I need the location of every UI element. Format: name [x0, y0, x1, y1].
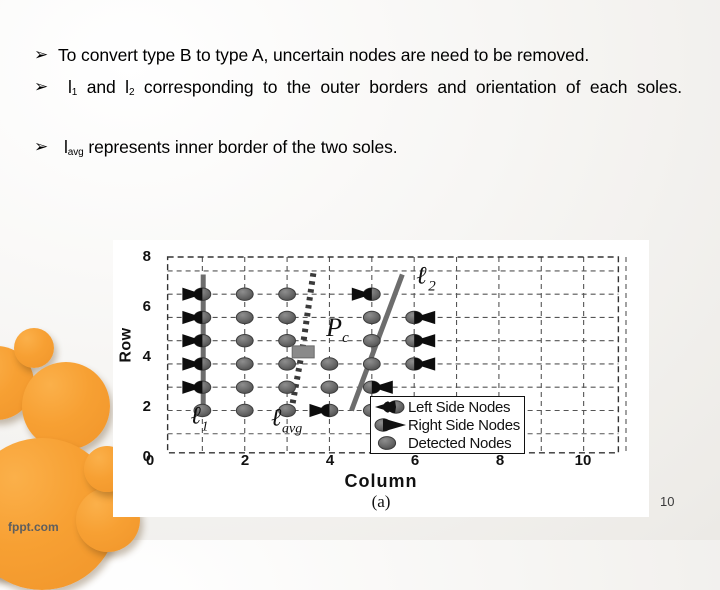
- legend-item-left-side-nodes: Left Side Nodes: [374, 398, 520, 416]
- node-marker: [182, 380, 212, 394]
- figure-inner: Row 8 6 4 2 0 0 2 4 6 8 10 Column (a) ℓ …: [113, 240, 649, 517]
- node-marker: [235, 380, 254, 394]
- node-marker: [278, 380, 296, 394]
- bullet-text-2-end: corresponding to the outer borders and o…: [134, 77, 682, 97]
- x-axis-label: Column: [344, 471, 418, 491]
- node-marker: [362, 310, 381, 325]
- plot-legend: Left Side Nodes Right Side Nodes Detecte…: [370, 396, 525, 454]
- symbol-l1: l1: [68, 77, 78, 98]
- node-marker: [362, 380, 393, 394]
- decorative-circle: [0, 438, 118, 590]
- node-marker: [351, 287, 381, 301]
- node-marker: [362, 357, 381, 371]
- node-marker: [235, 334, 254, 348]
- legend-item-detected-nodes: Detected Nodes: [374, 434, 520, 452]
- decorative-circle: [22, 362, 110, 450]
- node-marker: [278, 334, 296, 348]
- node-marker: [405, 334, 436, 348]
- bullet-arrow-icon: ➢: [34, 137, 49, 157]
- figure-caption: (a): [371, 492, 391, 511]
- annotation-lavg: ℓ: [271, 405, 282, 432]
- bullet-text-1: To convert type B to type A, uncertain n…: [58, 45, 590, 65]
- fppt-watermark: fppt.com: [8, 520, 59, 534]
- node-marker: [235, 357, 254, 371]
- detected-node-icon: [374, 434, 408, 452]
- bullet-text-3: lavg represents inner border of the two …: [58, 134, 682, 164]
- decorative-circle: [0, 346, 34, 420]
- node-marker: [362, 334, 381, 348]
- bullet-text-2-mid: and: [77, 77, 126, 97]
- node-marker: [182, 287, 212, 301]
- bullet-item-1: ➢ To convert type B to type A, uncertain…: [34, 42, 682, 68]
- figure-panel: Row 8 6 4 2 0 0 2 4 6 8 10 Column (a) ℓ …: [113, 240, 649, 517]
- node-marker: [182, 334, 212, 348]
- node-marker: [235, 287, 254, 301]
- bullet-arrow-icon: ➢: [34, 77, 49, 97]
- marker-Pc: [291, 345, 315, 359]
- node-marker: [182, 357, 212, 371]
- annotation-l1-sub: 1: [202, 419, 209, 434]
- annotation-l2: ℓ: [416, 263, 427, 290]
- node-marker: [405, 310, 436, 325]
- decorative-circle: [14, 328, 54, 368]
- legend-label-left-side-nodes: Left Side Nodes: [408, 398, 511, 416]
- symbol-lavg: lavg: [64, 137, 84, 158]
- node-marker: [405, 357, 436, 371]
- left-node-icon: [374, 398, 408, 416]
- legend-item-right-side-nodes: Right Side Nodes: [374, 416, 520, 434]
- bullet-text-2: l1 and l2 corresponding to the outer bor…: [58, 74, 682, 130]
- annotation-l2-sub: 2: [428, 279, 436, 295]
- slide-body-text: ➢ To convert type B to type A, uncertain…: [34, 42, 682, 166]
- node-marker: [235, 403, 254, 418]
- node-marker: [320, 380, 339, 394]
- legend-label-detected-nodes: Detected Nodes: [408, 434, 512, 452]
- legend-label-right-side-nodes: Right Side Nodes: [408, 416, 520, 434]
- annotation-Pc: P: [325, 313, 342, 342]
- bullet-text-3-end: represents inner border of the two soles…: [83, 137, 398, 157]
- annotation-lavg-sub: avg: [282, 422, 302, 437]
- node-marker: [182, 310, 212, 325]
- bullet-item-2: ➢ l1 and l2 corresponding to the outer b…: [34, 74, 682, 130]
- bullet-item-3: ➢ lavg represents inner border of the tw…: [34, 134, 682, 164]
- node-marker: [320, 357, 339, 371]
- slide-number: 10: [660, 494, 675, 509]
- node-marker: [278, 357, 296, 371]
- pc-marker: [291, 345, 315, 359]
- right-node-icon: [374, 416, 408, 434]
- node-marker: [309, 403, 339, 418]
- node-marker: [235, 310, 254, 325]
- node-marker: [278, 310, 296, 325]
- bullet-arrow-icon: ➢: [34, 45, 49, 65]
- annotation-Pc-sub: c: [342, 330, 349, 346]
- node-marker: [278, 287, 296, 301]
- annotation-l1: ℓ: [191, 402, 202, 429]
